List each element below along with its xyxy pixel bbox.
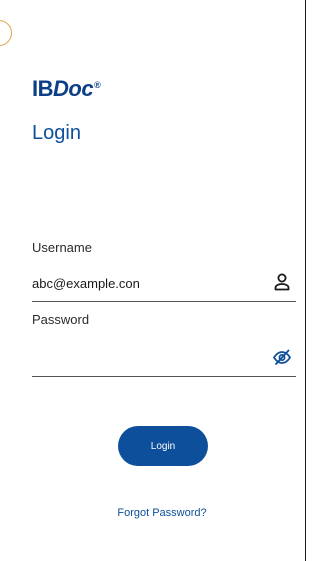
person-icon[interactable] — [272, 272, 292, 292]
password-input[interactable] — [32, 347, 252, 369]
page-title: Login — [32, 122, 81, 144]
login-button[interactable]: Login — [118, 426, 208, 466]
forgot-password-link[interactable]: Forgot Password? — [0, 507, 314, 519]
password-label: Password — [32, 312, 90, 327]
logo-ib-text: IB — [32, 76, 54, 101]
username-label: Username — [32, 240, 92, 255]
eye-slash-icon[interactable] — [272, 347, 292, 367]
logo-registered-mark: ® — [94, 79, 101, 90]
corner-circle-decoration — [0, 20, 12, 46]
ibdoc-logo: IBDoc® — [32, 76, 101, 102]
logo-doc-text: Doc — [53, 76, 94, 101]
login-screen: IBDoc® Login Username Password Login For… — [0, 0, 314, 561]
username-field-row — [32, 266, 296, 302]
username-input[interactable] — [32, 272, 252, 294]
password-field-row — [32, 341, 296, 377]
right-edge-divider — [305, 0, 306, 561]
